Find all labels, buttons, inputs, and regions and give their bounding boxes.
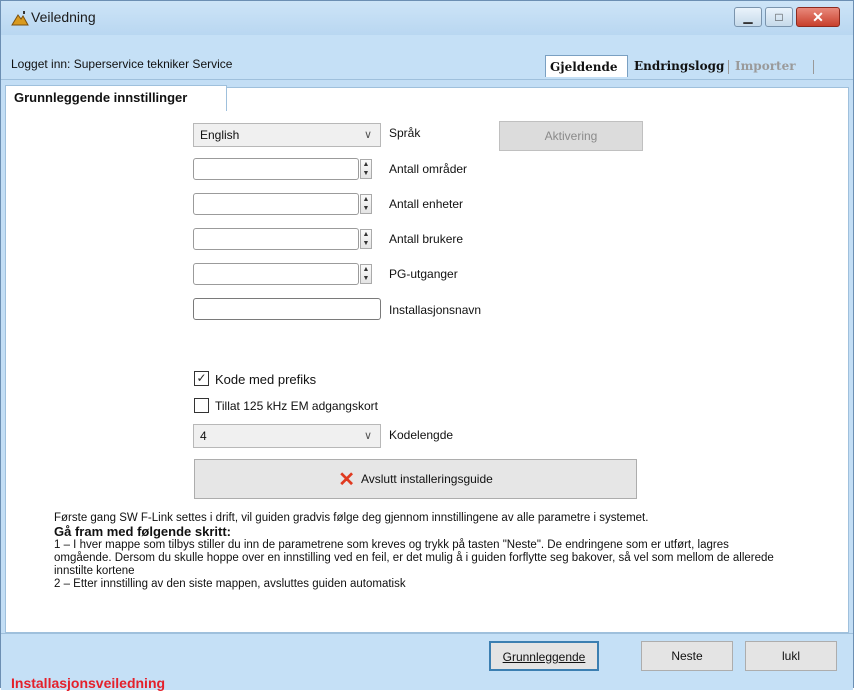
- code-length-value: 4: [200, 429, 207, 443]
- spinner-arrows-icon[interactable]: ▲ ▼: [360, 159, 372, 179]
- activate-button[interactable]: Aktivering: [499, 121, 643, 151]
- instructions-text: Første gang SW F-Link settes i drift, vi…: [54, 512, 774, 591]
- logged-in-label: Logget inn: Superservice tekniker Servic…: [11, 57, 233, 71]
- prefix-checkbox[interactable]: ✓: [194, 371, 209, 386]
- language-select[interactable]: English ∨: [193, 123, 381, 147]
- language-label: Språk: [389, 126, 421, 140]
- code-length-label: Kodelengde: [389, 428, 454, 442]
- installation-name-input[interactable]: [193, 298, 381, 320]
- close-button-label: lukl: [781, 649, 800, 663]
- check-icon: ✓: [196, 371, 207, 385]
- app-icon: [11, 10, 29, 26]
- spinner-arrows-icon[interactable]: ▲ ▼: [360, 229, 372, 249]
- close-button[interactable]: lukl: [745, 641, 837, 671]
- next-button-label: Neste: [671, 649, 703, 663]
- pg-outputs-label: PG-utganger: [389, 267, 458, 281]
- basic-button[interactable]: Grunnleggende: [489, 641, 599, 671]
- exit-wizard-label: Avslutt installeringsguide: [360, 472, 493, 486]
- users-label: Antall brukere: [389, 232, 464, 246]
- title-bar: Veiledning ▁ □ ✕: [1, 1, 853, 35]
- units-label: Antall enheter: [389, 197, 464, 211]
- header-bar: Logget inn: Superservice tekniker Servic…: [1, 35, 853, 80]
- tab-importer[interactable]: Importer: [731, 55, 800, 77]
- em-cards-label: Tillat 125 kHz EM adgangskort: [215, 399, 378, 413]
- maximize-button[interactable]: □: [765, 7, 793, 27]
- users-input[interactable]: [193, 228, 359, 250]
- exit-wizard-button[interactable]: ✕ Avslutt installeringsguide: [194, 459, 637, 499]
- chevron-down-icon: ∨: [363, 129, 372, 141]
- footer-title: Installasjonsveiledning: [11, 675, 166, 691]
- spinner-arrows-icon[interactable]: ▲ ▼: [360, 264, 372, 284]
- pg-outputs-input[interactable]: [193, 263, 359, 285]
- window-title: Veiledning: [31, 9, 96, 25]
- steps-heading: Gå fram med følgende skritt:: [54, 524, 231, 539]
- maximize-icon: □: [775, 10, 783, 24]
- areas-label: Antall områder: [389, 162, 468, 176]
- tab-endringslogg[interactable]: Endringslogg: [630, 55, 728, 77]
- next-button[interactable]: Neste: [641, 641, 733, 671]
- language-value: English: [200, 128, 240, 142]
- em-cards-checkbox[interactable]: [194, 398, 209, 413]
- installation-name-label: Installasjonsnavn: [389, 303, 482, 317]
- close-window-button[interactable]: ✕: [796, 7, 840, 27]
- tab-separator: [728, 60, 729, 74]
- minimize-icon: ▁: [743, 10, 753, 24]
- tab-separator: [813, 60, 814, 74]
- code-length-select[interactable]: 4 ∨: [193, 424, 381, 448]
- spinner-arrows-icon[interactable]: ▲ ▼: [360, 194, 372, 214]
- areas-input[interactable]: [193, 158, 359, 180]
- units-input[interactable]: [193, 193, 359, 215]
- tab-grunnleggende-innstillinger[interactable]: Grunnleggende innstillinger: [5, 85, 227, 111]
- close-icon: ✕: [812, 9, 824, 25]
- prefix-label: Kode med prefiks: [215, 372, 317, 387]
- tab-gjeldende[interactable]: Gjeldende: [545, 55, 628, 77]
- chevron-down-icon: ∨: [363, 430, 372, 442]
- minimize-button[interactable]: ▁: [734, 7, 762, 27]
- close-x-icon: ✕: [338, 468, 355, 491]
- basic-button-label: Grunnleggende: [502, 650, 586, 664]
- step-2-text: 2 – Etter innstilling av den siste mappe…: [54, 578, 406, 590]
- wizard-window: Veiledning ▁ □ ✕ Logget inn: Superservic…: [0, 0, 854, 691]
- step-1-text: 1 – I hver mappe som tilbys stiller du i…: [54, 539, 774, 577]
